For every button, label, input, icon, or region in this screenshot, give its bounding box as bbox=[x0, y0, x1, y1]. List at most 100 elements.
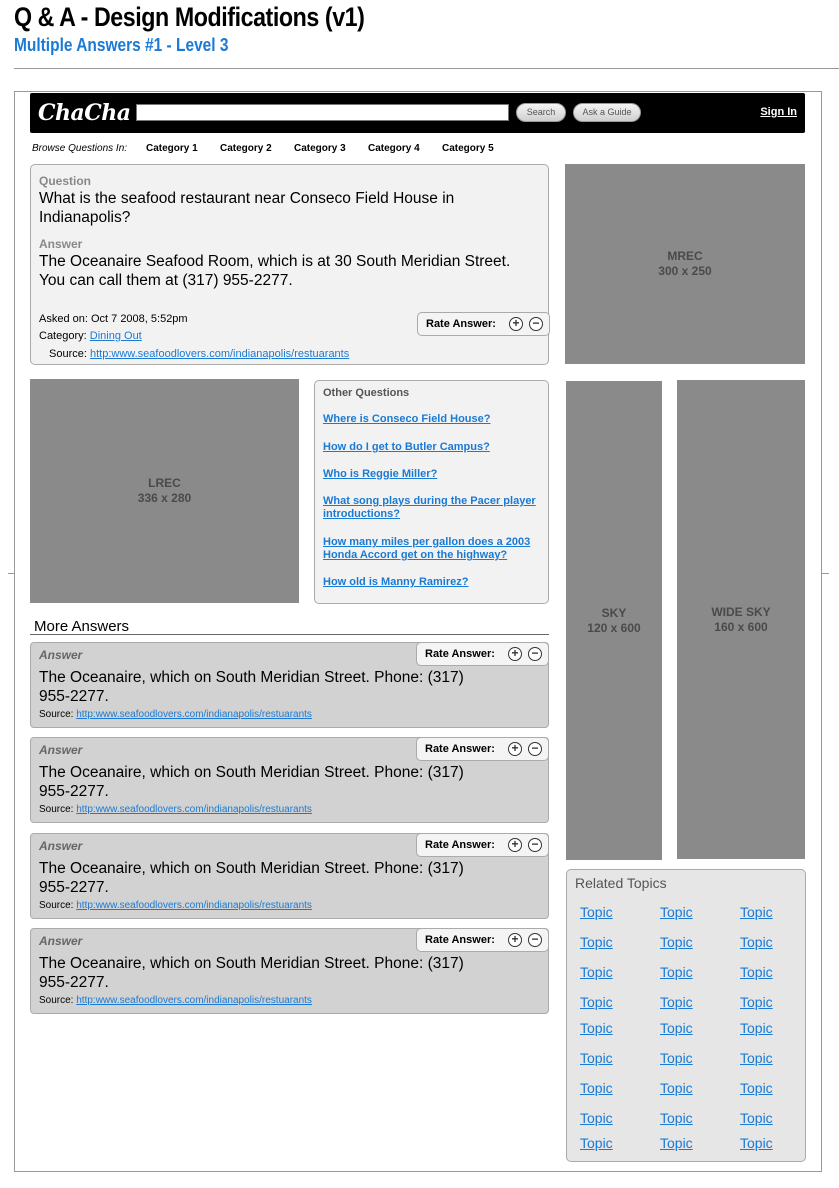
document-title: Q & A - Design Modifications (v1) bbox=[14, 2, 365, 32]
title-divider bbox=[14, 68, 839, 69]
other-question-link[interactable]: Who is Reggie Miller? bbox=[323, 468, 545, 481]
topic-link[interactable]: Topic bbox=[740, 964, 773, 980]
category-label: Category: bbox=[39, 330, 87, 342]
topic-link[interactable]: Topic bbox=[740, 1020, 773, 1036]
answer-card-label: Answer bbox=[39, 648, 83, 662]
wide-sky-ad: WIDE SKY 160 x 600 bbox=[677, 380, 805, 859]
plus-circle-icon[interactable]: + bbox=[508, 838, 522, 852]
topic-link[interactable]: Topic bbox=[660, 1080, 693, 1096]
source-link[interactable]: http:www.seafoodlovers.com/indianapolis/… bbox=[76, 900, 312, 911]
answer-card-text: The Oceanaire, which on South Meridian S… bbox=[39, 764, 464, 800]
lrec-ad: LREC 336 x 280 bbox=[30, 379, 299, 603]
lrec-ad-name: LREC bbox=[148, 476, 181, 490]
topic-link[interactable]: Topic bbox=[660, 934, 693, 950]
lrec-ad-size: 336 x 280 bbox=[137, 491, 192, 505]
topic-link[interactable]: Topic bbox=[660, 994, 693, 1010]
search-input[interactable] bbox=[136, 104, 509, 121]
chacha-logo[interactable]: ChaCha bbox=[38, 100, 131, 126]
frame-tick-right bbox=[822, 573, 829, 574]
topic-link[interactable]: Topic bbox=[660, 964, 693, 980]
asked-on: Asked on: Oct 7 2008, 5:52pm bbox=[39, 313, 188, 325]
answer-card: Answer The Oceanaire, which on South Mer… bbox=[30, 737, 549, 823]
category-link-2[interactable]: Category 2 bbox=[220, 143, 272, 154]
category-link-4[interactable]: Category 4 bbox=[368, 143, 420, 154]
other-question-link[interactable]: How old is Manny Ramirez? bbox=[323, 576, 545, 589]
topic-link[interactable]: Topic bbox=[740, 934, 773, 950]
source-link[interactable]: http:www.seafoodlovers.com/indianapolis/… bbox=[76, 804, 312, 815]
rate-answer-label: Rate Answer: bbox=[425, 648, 495, 660]
topic-link[interactable]: Topic bbox=[580, 1050, 613, 1066]
topic-link[interactable]: Topic bbox=[660, 1050, 693, 1066]
plus-circle-icon[interactable]: + bbox=[508, 647, 522, 661]
topic-link[interactable]: Topic bbox=[580, 1020, 613, 1036]
answer-card-source: Source: http:www.seafoodlovers.com/india… bbox=[39, 804, 312, 815]
answer-card-label: Answer bbox=[39, 934, 83, 948]
source-link[interactable]: http:www.seafoodlovers.com/indianapolis/… bbox=[76, 709, 312, 720]
other-question-link[interactable]: How many miles per gallon does a 2003 Ho… bbox=[323, 536, 545, 562]
topic-link[interactable]: Topic bbox=[660, 904, 693, 920]
plus-circle-icon[interactable]: + bbox=[508, 933, 522, 947]
answer-card: Answer The Oceanaire, which on South Mer… bbox=[30, 833, 549, 919]
topic-link[interactable]: Topic bbox=[740, 904, 773, 920]
minus-circle-icon[interactable]: − bbox=[529, 317, 543, 331]
topic-link[interactable]: Topic bbox=[740, 994, 773, 1010]
wide-sky-ad-size: 160 x 600 bbox=[714, 619, 768, 634]
topic-link[interactable]: Topic bbox=[580, 1135, 613, 1151]
topic-link[interactable]: Topic bbox=[580, 964, 613, 980]
minus-circle-icon[interactable]: − bbox=[528, 933, 542, 947]
related-topics-panel: Related Topics Topic Topic Topic Topic Topic… bbox=[566, 869, 806, 1162]
sky-ad-name: SKY bbox=[601, 605, 627, 620]
rate-answer-box: Rate Answer: + − bbox=[416, 642, 549, 666]
topic-link[interactable]: Topic bbox=[740, 1050, 773, 1066]
category-link-1[interactable]: Category 1 bbox=[146, 143, 198, 154]
category-link-3[interactable]: Category 3 bbox=[294, 143, 346, 154]
topic-link[interactable]: Topic bbox=[740, 1080, 773, 1096]
sign-in-link[interactable]: Sign In bbox=[760, 106, 797, 118]
more-answers-title: More Answers bbox=[34, 618, 130, 635]
source-link[interactable]: http:www.seafoodlovers.com/indianapolis/… bbox=[90, 348, 349, 360]
rate-answer-label: Rate Answer: bbox=[425, 743, 495, 755]
minus-circle-icon[interactable]: − bbox=[528, 647, 542, 661]
sky-ad-size: 120 x 600 bbox=[587, 620, 641, 635]
other-questions-title: Other Questions bbox=[323, 387, 410, 399]
ask-guide-button[interactable]: Ask a Guide bbox=[573, 103, 641, 122]
topic-link[interactable]: Topic bbox=[580, 934, 613, 950]
rate-answer-label: Rate Answer: bbox=[425, 839, 495, 851]
topic-link[interactable]: Topic bbox=[740, 1110, 773, 1126]
minus-circle-icon[interactable]: − bbox=[528, 838, 542, 852]
category-link-5[interactable]: Category 5 bbox=[442, 143, 494, 154]
plus-circle-icon[interactable]: + bbox=[508, 742, 522, 756]
answer-card-source: Source: http:www.seafoodlovers.com/india… bbox=[39, 900, 312, 911]
topic-link[interactable]: Topic bbox=[580, 994, 613, 1010]
source-label: Source: bbox=[39, 900, 74, 911]
topic-link[interactable]: Topic bbox=[580, 1080, 613, 1096]
search-button[interactable]: Search bbox=[516, 103, 566, 122]
answer-card-label: Answer bbox=[39, 839, 83, 853]
plus-circle-icon[interactable]: + bbox=[509, 317, 523, 331]
sky-ad: SKY 120 x 600 bbox=[566, 381, 662, 860]
rate-answer-box: Rate Answer: + − bbox=[416, 833, 549, 857]
answer-card-source: Source: http:www.seafoodlovers.com/india… bbox=[39, 709, 312, 720]
topic-link[interactable]: Topic bbox=[580, 904, 613, 920]
topic-link[interactable]: Topic bbox=[740, 1135, 773, 1151]
document-subtitle: Multiple Answers #1 - Level 3 bbox=[14, 35, 229, 55]
mrec-ad-name: MREC bbox=[667, 249, 703, 263]
mrec-ad-size: 300 x 250 bbox=[658, 264, 712, 278]
minus-circle-icon[interactable]: − bbox=[528, 742, 542, 756]
rate-answer-box: Rate Answer: + − bbox=[416, 737, 549, 761]
source-link[interactable]: http:www.seafoodlovers.com/indianapolis/… bbox=[76, 995, 312, 1006]
top-nav-bar: ChaCha Search Ask a Guide Sign In bbox=[30, 93, 805, 133]
source-line: Source: http:www.seafoodlovers.com/india… bbox=[49, 348, 349, 360]
topic-link[interactable]: Topic bbox=[660, 1020, 693, 1036]
other-question-link[interactable]: What song plays during the Pacer player … bbox=[323, 495, 545, 521]
category-value-link[interactable]: Dining Out bbox=[90, 330, 142, 342]
topic-link[interactable]: Topic bbox=[580, 1110, 613, 1126]
topic-link[interactable]: Topic bbox=[660, 1110, 693, 1126]
frame-tick-left bbox=[8, 573, 15, 574]
topic-link[interactable]: Topic bbox=[660, 1135, 693, 1151]
answer-card: Answer The Oceanaire, which on South Mer… bbox=[30, 642, 549, 728]
main-qa-panel: Question What is the seafood restaurant … bbox=[30, 164, 550, 365]
other-question-link[interactable]: Where is Conseco Field House? bbox=[323, 413, 545, 426]
other-question-link[interactable]: How do I get to Butler Campus? bbox=[323, 441, 545, 454]
browse-label: Browse Questions In: bbox=[32, 143, 128, 154]
